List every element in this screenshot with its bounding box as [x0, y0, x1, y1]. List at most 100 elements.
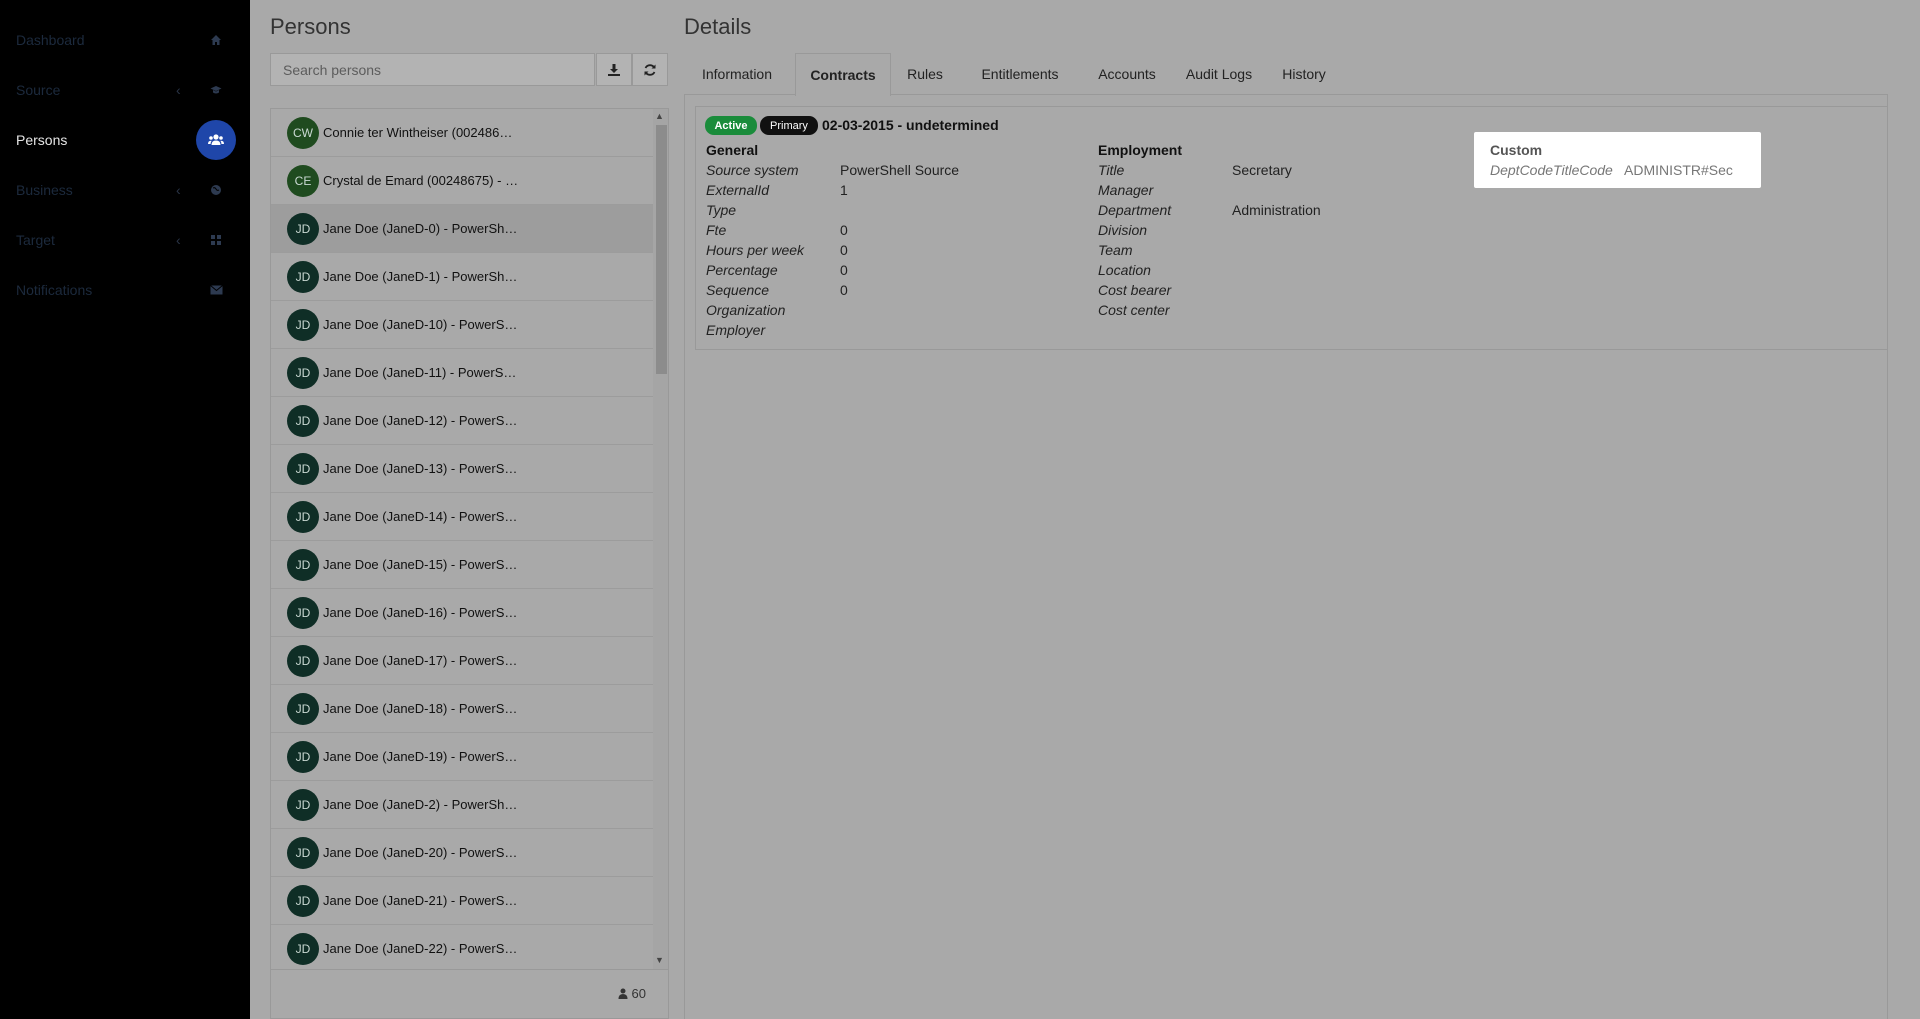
- download-icon: [607, 63, 621, 77]
- field-label: Employer: [706, 322, 766, 338]
- refresh-icon: [643, 63, 657, 77]
- general-title: General: [706, 142, 759, 158]
- sidebar-item-dashboard[interactable]: Dashboard: [0, 20, 250, 60]
- list-item[interactable]: JD Jane Doe (JaneD-17) - PowerS…: [271, 637, 653, 685]
- avatar: JD: [287, 932, 319, 965]
- scroll-up-icon[interactable]: ▲: [655, 111, 664, 121]
- field-value: 1: [840, 182, 848, 198]
- field-label: Source system: [706, 162, 799, 178]
- avatar: CE: [287, 164, 319, 197]
- tab-history[interactable]: History: [1269, 53, 1339, 95]
- tab-accounts[interactable]: Accounts: [1085, 53, 1169, 95]
- field-label: Cost center: [1098, 302, 1170, 318]
- list-item[interactable]: JD Jane Doe (JaneD-22) - PowerS…: [271, 925, 653, 969]
- graduation-cap-icon: [206, 80, 226, 100]
- avatar: JD: [287, 836, 319, 869]
- field-label: Division: [1098, 222, 1148, 238]
- sidebar-item-target[interactable]: Target ‹: [0, 220, 250, 260]
- sidebar-item-label: Source: [16, 82, 61, 98]
- sidebar-item-business[interactable]: Business ‹: [0, 170, 250, 210]
- field-label: Organization: [706, 302, 786, 318]
- field-value: Administration: [1232, 202, 1321, 218]
- globe-icon: [206, 180, 226, 200]
- sidebar-item-label: Target: [16, 232, 55, 248]
- scroll-down-icon[interactable]: ▼: [655, 955, 664, 965]
- person-name: Jane Doe (JaneD-12) - PowerS…: [323, 413, 518, 428]
- field-value: Secretary: [1232, 162, 1292, 178]
- person-name: Jane Doe (JaneD-14) - PowerS…: [323, 509, 518, 524]
- list-item[interactable]: JD Jane Doe (JaneD-10) - PowerS…: [271, 301, 653, 349]
- person-name: Jane Doe (JaneD-2) - PowerSh…: [323, 797, 518, 812]
- field-label: Team: [1098, 242, 1133, 258]
- sidebar-item-persons[interactable]: Persons: [0, 120, 250, 160]
- list-item[interactable]: JD Jane Doe (JaneD-1) - PowerSh…: [271, 253, 653, 301]
- list-item[interactable]: JD Jane Doe (JaneD-21) - PowerS…: [271, 877, 653, 925]
- field-label: Department: [1098, 202, 1172, 218]
- list-item[interactable]: JD Jane Doe (JaneD-18) - PowerS…: [271, 685, 653, 733]
- list-footer: 60: [270, 970, 669, 1019]
- search-persons-input[interactable]: [270, 53, 595, 86]
- person-name: Jane Doe (JaneD-20) - PowerS…: [323, 845, 518, 860]
- sidebar-item-notifications[interactable]: Notifications: [0, 270, 250, 310]
- list-item[interactable]: JD Jane Doe (JaneD-16) - PowerS…: [271, 589, 653, 637]
- sidebar-item-source[interactable]: Source ‹: [0, 70, 250, 110]
- list-item[interactable]: JD Jane Doe (JaneD-2) - PowerSh…: [271, 781, 653, 829]
- avatar: JD: [287, 788, 319, 821]
- avatar: JD: [287, 548, 319, 581]
- list-item[interactable]: JD Jane Doe (JaneD-14) - PowerS…: [271, 493, 653, 541]
- field-label: Percentage: [706, 262, 778, 278]
- list-item[interactable]: JD Jane Doe (JaneD-11) - PowerS…: [271, 349, 653, 397]
- person-name: Jane Doe (JaneD-16) - PowerS…: [323, 605, 518, 620]
- field-label: Cost bearer: [1098, 282, 1172, 298]
- refresh-button[interactable]: [632, 53, 668, 86]
- chevron-left-icon: ‹: [176, 182, 181, 198]
- scroll-thumb[interactable]: [656, 125, 667, 374]
- list-item[interactable]: JD Jane Doe (JaneD-15) - PowerS…: [271, 541, 653, 589]
- list-item[interactable]: CW Connie ter Wintheiser (002486…: [271, 109, 653, 157]
- chevron-left-icon: ‹: [176, 232, 181, 248]
- field-value: 0: [840, 222, 848, 238]
- field-value: 0: [840, 242, 848, 258]
- person-name: Jane Doe (JaneD-0) - PowerSh…: [323, 221, 518, 236]
- scrollbar[interactable]: ▲ ▼: [653, 109, 668, 969]
- field-value: ADMINISTR#Sec: [1624, 162, 1733, 178]
- tab-entitlements[interactable]: Entitlements: [960, 53, 1080, 95]
- field-label: Type: [706, 202, 737, 218]
- tab-information[interactable]: Information: [684, 53, 790, 95]
- field-label: Title: [1098, 162, 1125, 178]
- sidebar-item-label: Business: [16, 182, 73, 198]
- field-label: ExternalId: [706, 182, 770, 198]
- field-value: 0: [840, 262, 848, 278]
- field-value: 0: [840, 282, 848, 298]
- avatar: JD: [287, 692, 319, 725]
- tab-contracts[interactable]: Contracts: [795, 53, 891, 96]
- avatar: JD: [287, 404, 319, 437]
- custom-fields-box: Custom DeptCodeTitleCode ADMINISTR#Sec: [1474, 132, 1761, 188]
- list-item[interactable]: JD Jane Doe (JaneD-20) - PowerS…: [271, 829, 653, 877]
- field-label: Fte: [706, 222, 727, 238]
- avatar: JD: [287, 260, 319, 293]
- grid-icon: [206, 230, 226, 250]
- user-icon: [618, 988, 628, 999]
- sidebar-item-label: Notifications: [16, 282, 93, 298]
- field-label: DeptCodeTitleCode: [1490, 162, 1613, 178]
- custom-title: Custom: [1490, 142, 1543, 158]
- tab-audit-logs[interactable]: Audit Logs: [1174, 53, 1264, 95]
- sidebar-item-label: Dashboard: [16, 32, 85, 48]
- list-item[interactable]: CE Crystal de Emard (00248675) - …: [271, 157, 653, 205]
- download-button[interactable]: [596, 53, 632, 86]
- list-item[interactable]: JD Jane Doe (JaneD-19) - PowerS…: [271, 733, 653, 781]
- person-name: Jane Doe (JaneD-21) - PowerS…: [323, 893, 518, 908]
- person-list[interactable]: CW Connie ter Wintheiser (002486… CE Cryst…: [270, 108, 669, 970]
- person-name: Jane Doe (JaneD-22) - PowerS…: [323, 941, 518, 956]
- person-name: Jane Doe (JaneD-10) - PowerS…: [323, 317, 518, 332]
- list-item[interactable]: JD Jane Doe (JaneD-12) - PowerS…: [271, 397, 653, 445]
- list-item[interactable]: JD Jane Doe (JaneD-13) - PowerS…: [271, 445, 653, 493]
- primary-badge: Primary: [760, 116, 818, 135]
- tab-rules[interactable]: Rules: [894, 53, 956, 95]
- sidebar: Dashboard Source ‹ Persons Business ‹ Ta…: [0, 0, 250, 1019]
- details-title: Details: [684, 14, 752, 39]
- users-icon: [196, 120, 236, 160]
- avatar: JD: [287, 500, 319, 533]
- list-item[interactable]: JD Jane Doe (JaneD-0) - PowerSh…: [271, 205, 653, 253]
